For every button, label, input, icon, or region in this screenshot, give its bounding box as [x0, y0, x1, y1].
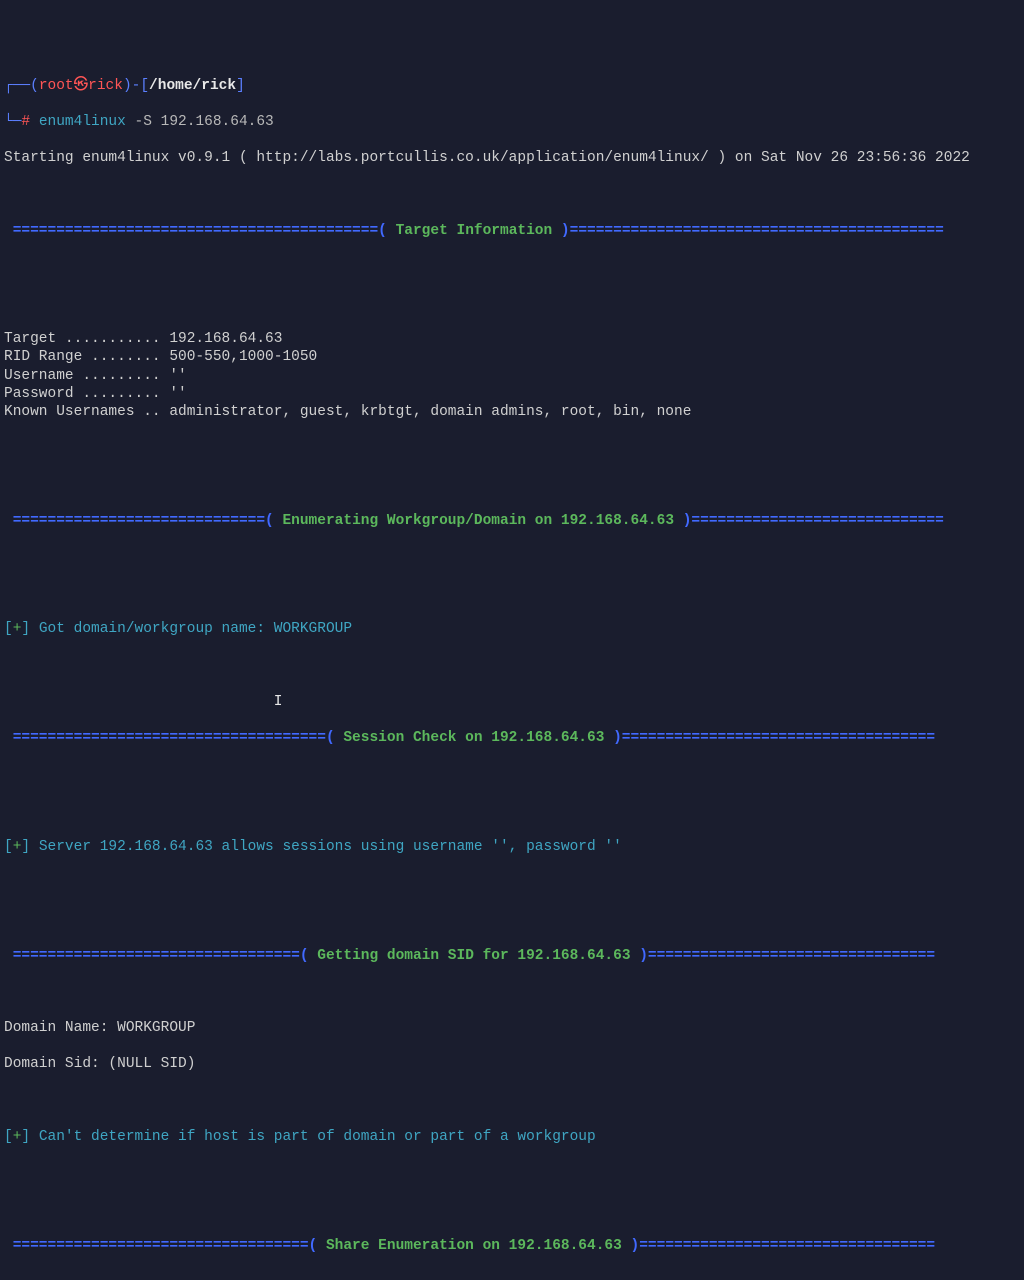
section-sid: =================================( Getti… — [4, 947, 1020, 965]
domain-name-line: Domain Name: WORKGROUP — [4, 1019, 1020, 1037]
section-share: ==================================( Shar… — [4, 1237, 1020, 1255]
cant-determine-line: [+] Can't determine if host is part of d… — [4, 1128, 1020, 1146]
cursor-line[interactable]: I — [4, 693, 1020, 711]
starting-line: Starting enum4linux v0.9.1 ( http://labs… — [4, 149, 1020, 167]
got-domain-line: [+] Got domain/workgroup name: WORKGROUP — [4, 620, 1020, 638]
section-target-info: ========================================… — [4, 222, 1020, 240]
section-session: ====================================( Se… — [4, 729, 1020, 747]
prompt-line-1: ┌──(root㉿rick)-[/home/rick] — [4, 77, 1020, 95]
section-enum-wg: =============================( Enumerati… — [4, 512, 1020, 530]
domain-sid-line: Domain Sid: (NULL SID) — [4, 1055, 1020, 1073]
target-block: Target ........... 192.168.64.63 RID Ran… — [4, 330, 1020, 421]
session-ok-line: [+] Server 192.168.64.63 allows sessions… — [4, 838, 1020, 856]
prompt-line-2[interactable]: └─# enum4linux -S 192.168.64.63 — [4, 113, 1020, 131]
